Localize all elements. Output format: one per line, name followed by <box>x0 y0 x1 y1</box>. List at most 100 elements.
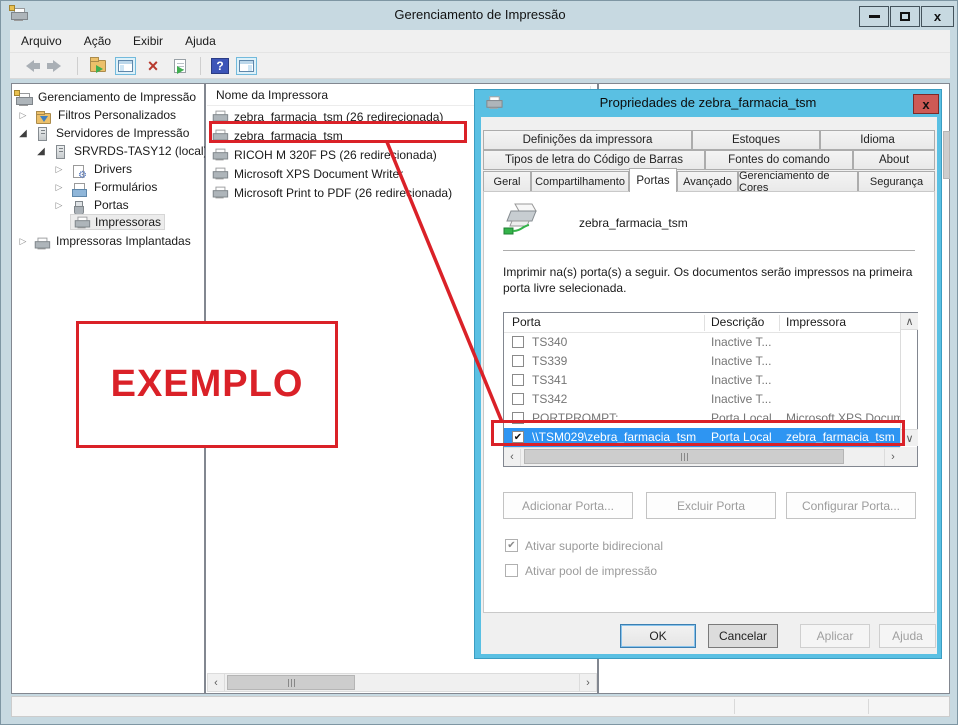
export-folder-icon[interactable] <box>88 56 108 76</box>
status-bar <box>11 696 950 717</box>
help-icon[interactable]: ? <box>211 58 229 74</box>
expand-collapsed-icon[interactable]: ▷ <box>54 164 64 175</box>
scrollbar-thumb[interactable] <box>227 675 355 690</box>
table-row[interactable]: TS342 Inactive T... <box>504 390 901 409</box>
menu-arquivo[interactable]: Arquivo <box>10 34 73 48</box>
drivers-icon <box>73 165 84 178</box>
tab-idioma[interactable]: Idioma <box>820 130 935 150</box>
tab-gerenciamento-de-cores[interactable]: Gerenciamento de Cores <box>738 171 858 192</box>
bidirectional-support-option[interactable]: ✔ Ativar suporte bidirecional <box>505 538 663 553</box>
tree-item-srvrds-tasy12[interactable]: ◢ SRVRDS-TASY12 (local) <box>12 142 21 160</box>
close-button[interactable]: x <box>921 6 954 27</box>
tree-item-root[interactable]: Gerenciamento de Impressão <box>12 88 28 106</box>
horizontal-scrollbar[interactable]: ‹ › <box>207 673 597 692</box>
expand-collapsed-icon[interactable]: ▷ <box>54 200 64 211</box>
ports-tab-page: zebra_farmacia_tsm Imprimir na(s) porta(… <box>483 191 935 613</box>
toolbar-separator <box>200 57 201 75</box>
table-row[interactable]: TS339 Inactive T... <box>504 352 901 371</box>
tree-item-portas[interactable]: ▷ Portas <box>12 196 20 214</box>
port-checkbox-unchecked[interactable] <box>512 336 524 348</box>
tree-item-servidores[interactable]: ◢ Servidores de Impressão <box>12 124 21 142</box>
toolbar-separator <box>77 57 78 75</box>
column-impressora[interactable]: Impressora <box>786 315 846 329</box>
tree-item-filtros[interactable]: ▷ Filtros Personalizados <box>12 106 27 124</box>
toolbar: × ? <box>10 53 950 79</box>
tree-item-impressoras-implantadas[interactable]: ▷ Impressoras Implantadas <box>12 232 28 250</box>
tab-fontes-do-comando[interactable]: Fontes do comando <box>705 150 853 170</box>
checkbox-label: Ativar pool de impressão <box>525 564 657 578</box>
table-row[interactable]: TS340 Inactive T... <box>504 333 901 352</box>
tree-item-drivers[interactable]: ▷ Drivers <box>12 160 23 178</box>
menu-bar: Arquivo Ação Exibir Ajuda <box>10 30 950 53</box>
forms-icon <box>72 183 85 196</box>
scrollbar-thumb[interactable] <box>524 449 844 464</box>
export-list-icon[interactable] <box>170 56 190 76</box>
tab-seguranca[interactable]: Segurança <box>858 171 935 192</box>
printer-properties-dialog: Propriedades de zebra_farmacia_tsm x Def… <box>474 89 942 659</box>
tab-compartilhamento[interactable]: Compartilhamento <box>531 171 629 192</box>
adicionar-porta-button[interactable]: Adicionar Porta... <box>503 492 633 519</box>
tab-definicoes-da-impressora[interactable]: Definições da impressora <box>483 130 692 150</box>
expand-expanded-icon[interactable]: ◢ <box>18 128 28 139</box>
server-icon <box>56 145 65 159</box>
printer-icon <box>75 216 89 228</box>
port-checkbox-unchecked[interactable] <box>512 355 524 367</box>
configurar-porta-button[interactable]: Configurar Porta... <box>786 492 916 519</box>
port-checkbox-unchecked[interactable] <box>512 374 524 386</box>
ajuda-button[interactable]: Ajuda <box>879 624 936 648</box>
tab-about[interactable]: About <box>853 150 935 170</box>
tab-estoques[interactable]: Estoques <box>692 130 820 150</box>
ports-table-header: Porta Descrição Impressora <box>504 313 901 333</box>
separator <box>503 250 915 251</box>
tree-item-formularios[interactable]: ▷ Formulários <box>12 178 25 196</box>
maximize-button[interactable] <box>890 6 920 27</box>
server-icon <box>38 127 47 141</box>
delete-icon[interactable]: × <box>143 56 163 76</box>
menu-ajuda[interactable]: Ajuda <box>174 34 227 48</box>
ok-button[interactable]: OK <box>620 624 696 648</box>
table-row[interactable]: TS341 Inactive T... <box>504 371 901 390</box>
printer-pooling-option[interactable]: Ativar pool de impressão <box>505 563 657 578</box>
column-porta[interactable]: Porta <box>512 315 541 329</box>
excluir-porta-button[interactable]: Excluir Porta <box>646 492 776 519</box>
shared-printer-icon <box>503 202 543 240</box>
checkbox-checked-disabled[interactable]: ✔ <box>505 539 518 552</box>
cancelar-button[interactable]: Cancelar <box>708 624 778 648</box>
minimize-button[interactable] <box>859 6 889 27</box>
scroll-right-icon[interactable]: › <box>579 674 596 691</box>
minimize-icon <box>869 15 880 18</box>
menu-exibir[interactable]: Exibir <box>122 34 174 48</box>
scroll-left-icon[interactable]: ‹ <box>208 674 225 691</box>
expand-collapsed-icon[interactable]: ▷ <box>54 182 64 193</box>
checkbox-label: Ativar suporte bidirecional <box>525 539 663 553</box>
expand-expanded-icon[interactable]: ◢ <box>36 146 46 157</box>
forward-icon[interactable] <box>47 56 67 76</box>
column-descricao[interactable]: Descrição <box>711 315 764 329</box>
horizontal-scrollbar[interactable]: ‹ › <box>504 447 901 466</box>
tab-geral[interactable]: Geral <box>483 171 531 192</box>
expand-collapsed-icon[interactable]: ▷ <box>18 236 28 247</box>
console-tree-toggle-icon[interactable] <box>115 57 136 75</box>
exemplo-annotation-box: EXEMPLO <box>76 321 338 448</box>
back-icon[interactable] <box>20 56 40 76</box>
aplicar-button[interactable]: Aplicar <box>800 624 870 648</box>
tab-avancado[interactable]: Avançado <box>677 171 738 192</box>
checkbox-unchecked[interactable] <box>505 564 518 577</box>
scroll-right-icon[interactable]: › <box>884 449 901 466</box>
print-management-icon <box>16 93 32 106</box>
exemplo-label: EXEMPLO <box>111 363 304 406</box>
expand-collapsed-icon[interactable]: ▷ <box>18 110 28 121</box>
menu-acao[interactable]: Ação <box>73 34 122 48</box>
selected-tree-item: Impressoras <box>70 214 165 230</box>
tab-tipos-de-letra[interactable]: Tipos de letra do Código de Barras <box>483 150 705 170</box>
scroll-up-icon[interactable]: ∧ <box>901 313 918 330</box>
port-checkbox-unchecked[interactable] <box>512 393 524 405</box>
dialog-close-button[interactable]: x <box>913 94 939 114</box>
scroll-left-icon[interactable]: ‹ <box>504 449 521 466</box>
window-titlebar: Gerenciamento de Impressão x <box>1 1 958 30</box>
highlight-rect-list-item <box>209 121 467 143</box>
scrollbar-thumb[interactable] <box>943 131 950 179</box>
action-pane-toggle-icon[interactable] <box>236 57 257 75</box>
tab-portas-active[interactable]: Portas <box>629 168 677 192</box>
ports-description: Imprimir na(s) porta(s) a seguir. Os doc… <box>503 264 917 296</box>
